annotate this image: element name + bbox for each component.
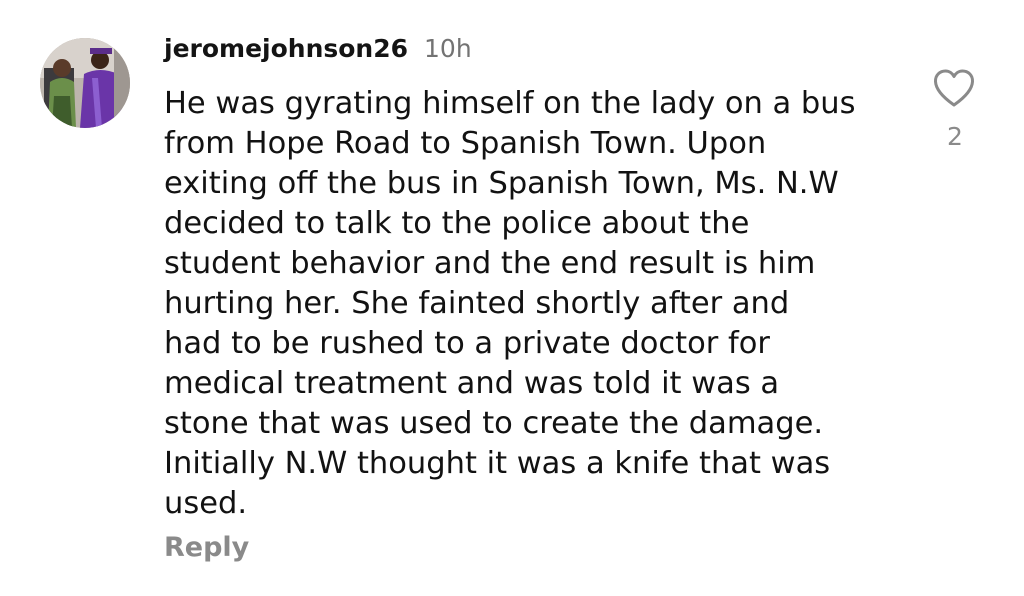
like-button[interactable] [932,68,976,108]
comment-header: jeromejohnson26 10h [164,34,472,68]
comment-text-line: exiting off the bus in Spanish Town, Ms.… [164,166,839,201]
comment-text-line: hurting her. She fainted shortly after a… [164,286,790,321]
comment-text-line: student behavior and the end result is h… [164,246,816,281]
comment-text-line: had to be rushed to a private doctor for [164,326,770,361]
avatar[interactable] [40,38,130,128]
comment-text-line: from Hope Road to Spanish Town. Upon [164,126,767,161]
comment-text-line: medical treatment and was told it was a [164,366,780,401]
comment-text-line: decided to talk to the police about the [164,206,750,241]
comment-text-line: used. [164,486,248,521]
comment-item: jeromejohnson26 10h He was gyrating hims… [0,0,1024,596]
avatar-photo [40,38,130,128]
comment-text-line: stone that was used to create the damage… [164,406,824,441]
like-count: 2 [947,122,963,151]
timestamp: 10h [424,34,472,63]
username[interactable]: jeromejohnson26 [164,34,408,63]
heart-outline-icon [934,69,974,107]
reply-button[interactable]: Reply [164,532,249,563]
comment-text-line: Initially N.W thought it was a knife tha… [164,446,831,481]
comment-text: He was gyrating himself on the lady on a… [164,84,904,524]
comment-text-line: He was gyrating himself on the lady on a… [164,86,856,121]
